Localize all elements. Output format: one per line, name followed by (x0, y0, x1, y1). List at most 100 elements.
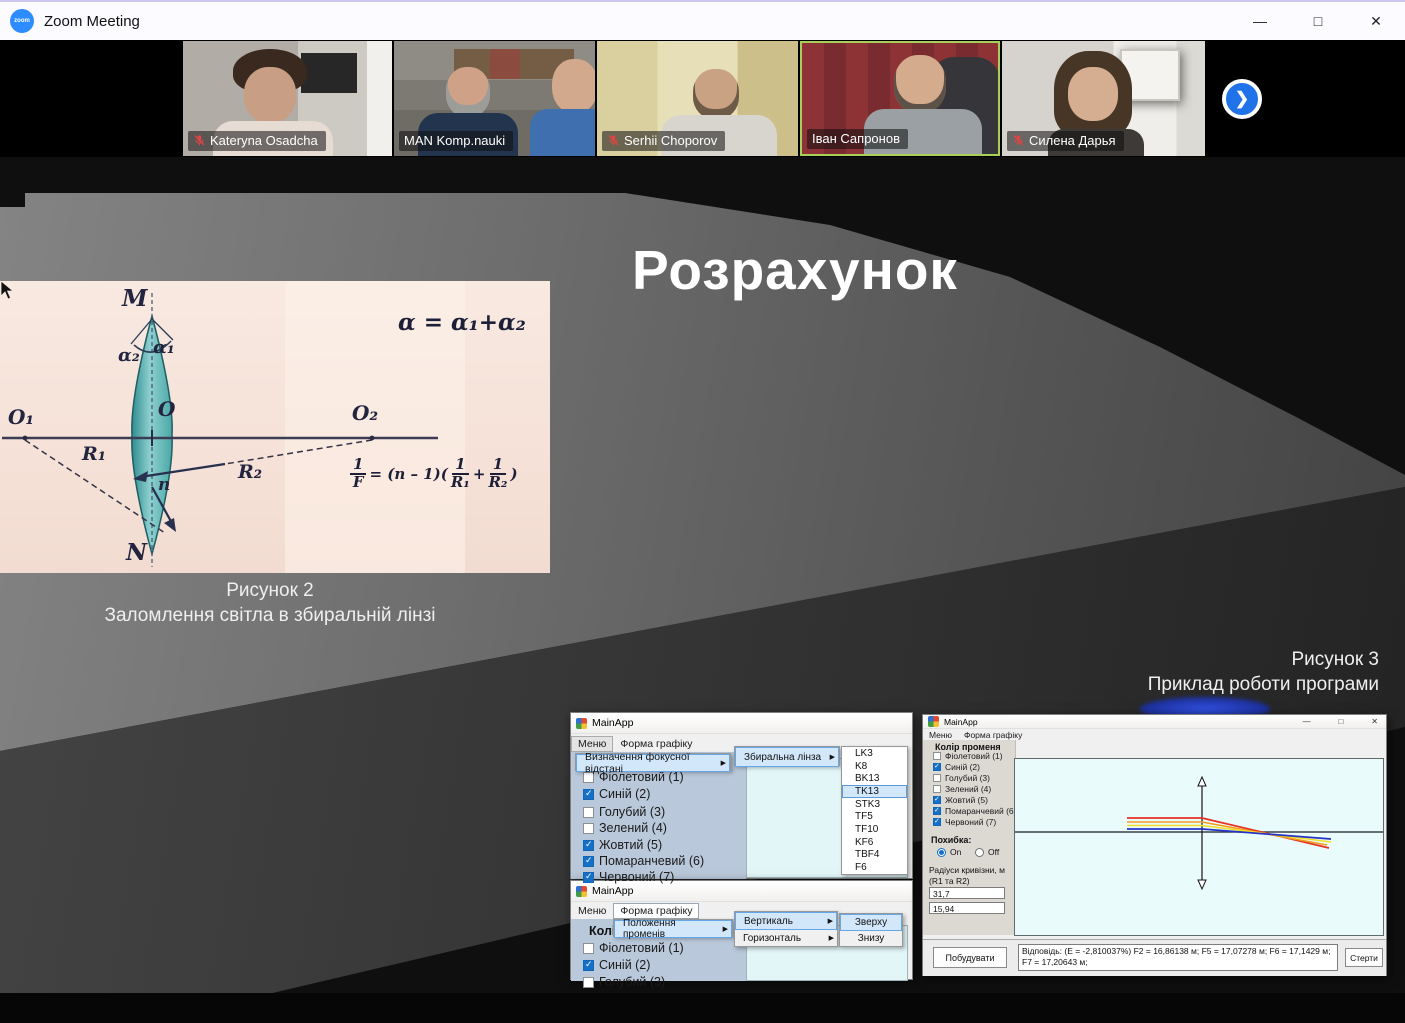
checkbox-icon[interactable] (933, 807, 941, 815)
win3-titlebar[interactable]: MainApp — □ ✕ (923, 715, 1386, 729)
checkbox-icon[interactable] (933, 752, 941, 760)
win1-titlebar[interactable]: MainApp (571, 713, 912, 734)
radio-error-off[interactable]: Off (975, 847, 999, 857)
lens-option[interactable]: KF6 (842, 836, 907, 849)
menu-item-horizontal[interactable]: Горизонталь ▶ (735, 930, 837, 946)
menu-item-from-bottom[interactable]: Знизу (840, 931, 902, 946)
menu-item-ray-position[interactable]: Положення променів ▶ (614, 920, 732, 938)
checkbox-icon[interactable] (583, 807, 594, 818)
checkbox-lightblue[interactable]: Голубий (3) (933, 773, 990, 783)
lens-option[interactable]: STK3 (842, 798, 907, 811)
checkbox-yellow[interactable]: Жовтий (5) (933, 795, 988, 805)
clear-button[interactable]: Стерти (1345, 948, 1383, 967)
ray-blue-out (1202, 829, 1331, 839)
participant-tile[interactable]: Kateryna Osadcha (183, 41, 392, 156)
menu-item-converging-lens[interactable]: Збиральна лінза ▶ (735, 747, 839, 767)
checkbox-red[interactable]: Червоний (7) (933, 817, 996, 827)
radio-error-on[interactable]: On (937, 847, 961, 857)
menu-menu[interactable]: Меню (571, 736, 613, 752)
radio-icon[interactable] (975, 848, 984, 857)
mainapp-window-3: MainApp — □ ✕ Меню Форма графіку Колір п… (922, 714, 1387, 976)
lens-option[interactable]: TBF4 (842, 849, 907, 862)
menu-menu[interactable]: Меню (571, 903, 613, 919)
checkbox-icon[interactable] (583, 977, 594, 988)
lens-option[interactable]: LK3 (842, 747, 907, 760)
checkbox-icon[interactable] (583, 823, 594, 834)
win2-dropdown: Положення променів ▶ (613, 919, 733, 937)
build-button[interactable]: Побудувати (933, 947, 1007, 968)
checkbox-lightblue[interactable]: Голубий (3) (583, 975, 665, 989)
next-participants-button[interactable]: ❯ (1222, 79, 1262, 119)
checkbox-icon[interactable] (583, 789, 594, 800)
mainapp-icon (576, 886, 587, 897)
checkbox-violet[interactable]: Фіолетовий (1) (583, 941, 684, 955)
minimize-icon[interactable]: — (1231, 13, 1289, 29)
menu-menu[interactable]: Меню (923, 730, 958, 740)
checkbox-orange[interactable]: Помаранчевий (6) (583, 854, 704, 868)
participant-video (244, 67, 296, 123)
checkbox-blue[interactable]: Синій (2) (583, 958, 650, 972)
checkbox-blue[interactable]: Синій (2) (933, 762, 980, 772)
menu-chart-form[interactable]: Форма графіку (958, 730, 1028, 740)
muted-mic-icon (193, 134, 206, 147)
checkbox-icon[interactable] (933, 763, 941, 771)
menu-chart-form[interactable]: Форма графіку (613, 736, 699, 752)
submenu-arrow-icon: ▶ (829, 934, 834, 942)
close-icon[interactable]: ✕ (1347, 13, 1405, 30)
figure3-caption: Рисунок 3 Приклад роботи програми (1148, 647, 1379, 697)
close-icon[interactable]: ✕ (1371, 717, 1378, 726)
menu-item-vertical[interactable]: Вертикаль ▶ (735, 912, 837, 930)
minimize-icon[interactable]: — (1302, 717, 1310, 726)
checkbox-icon[interactable] (583, 960, 594, 971)
checkbox-yellow[interactable]: Жовтий (5) (583, 838, 662, 852)
lens-option[interactable]: TK13 (842, 785, 907, 798)
mouse-cursor-icon (0, 281, 14, 301)
lens-option[interactable]: TF10 (842, 823, 907, 836)
checkbox-icon[interactable] (933, 785, 941, 793)
submenu-arrow-icon: ▶ (828, 917, 833, 925)
checkbox-icon[interactable] (933, 818, 941, 826)
checkbox-icon[interactable] (933, 774, 941, 782)
checkbox-green[interactable]: Зелений (4) (933, 784, 991, 794)
checkbox-icon[interactable] (583, 872, 594, 883)
win2-submenu: Вертикаль ▶ Горизонталь ▶ (734, 911, 838, 947)
muted-mic-icon (607, 134, 620, 147)
result-output[interactable]: Відповідь: (E = -2,810037%) F2 = 16,8613… (1018, 944, 1338, 971)
radius-r1-input[interactable]: 31,7 (929, 887, 1005, 899)
participant-tile[interactable]: Силена Дарья (1002, 41, 1205, 156)
lens-type-list: LK3 K8 BK13 TK13 STK3 TF5 TF10 KF6 TBF4 … (841, 746, 908, 875)
participant-tile[interactable]: Serhii Choporov (597, 41, 798, 156)
menu-item-focal-distance[interactable]: Визначення фокусної відстані ▶ (576, 754, 730, 772)
checkbox-red[interactable]: Червоний (7) (583, 870, 674, 884)
checkbox-icon[interactable] (933, 796, 941, 804)
win2-titlebar[interactable]: MainApp (571, 881, 912, 902)
menu-item-from-top[interactable]: Зверху (840, 914, 902, 931)
participant-name: Іван Сапронов (812, 131, 900, 146)
checkbox-lightblue[interactable]: Голубий (3) (583, 805, 665, 819)
video-background (301, 53, 357, 93)
checkbox-orange[interactable]: Помаранчевий (6) (933, 806, 1016, 816)
checkbox-icon[interactable] (583, 856, 594, 867)
participant-tile[interactable]: MAN Komp.nauki (394, 41, 595, 156)
participant-tile-active-speaker[interactable]: Іван Сапронов (800, 41, 1000, 156)
maximize-icon[interactable]: □ (1338, 717, 1343, 726)
error-group-label: Похибка: (931, 835, 971, 845)
radius-label-line2: (R1 та R2) (929, 876, 970, 886)
radius-r2-input[interactable]: 15,94 (929, 902, 1005, 914)
checkbox-icon[interactable] (583, 943, 594, 954)
submenu-arrow-icon: ▶ (723, 925, 728, 933)
menu-chart-form[interactable]: Форма графіку (613, 903, 699, 919)
checkbox-green[interactable]: Зелений (4) (583, 821, 667, 835)
lens-option[interactable]: BK13 (842, 772, 907, 785)
label-alpha1: α₁ (153, 337, 175, 358)
checkbox-violet[interactable]: Фіолетовий (1) (933, 751, 1003, 761)
shared-screen-slide: Розрахунок (0, 157, 1405, 993)
participant-video (446, 67, 490, 117)
checkbox-blue[interactable]: Синій (2) (583, 787, 650, 801)
radio-icon[interactable] (937, 848, 946, 857)
checkbox-icon[interactable] (583, 840, 594, 851)
lens-option[interactable]: TF5 (842, 810, 907, 823)
lens-option[interactable]: K8 (842, 760, 907, 773)
lens-option[interactable]: F6 (842, 861, 907, 874)
maximize-icon[interactable]: □ (1289, 13, 1347, 29)
